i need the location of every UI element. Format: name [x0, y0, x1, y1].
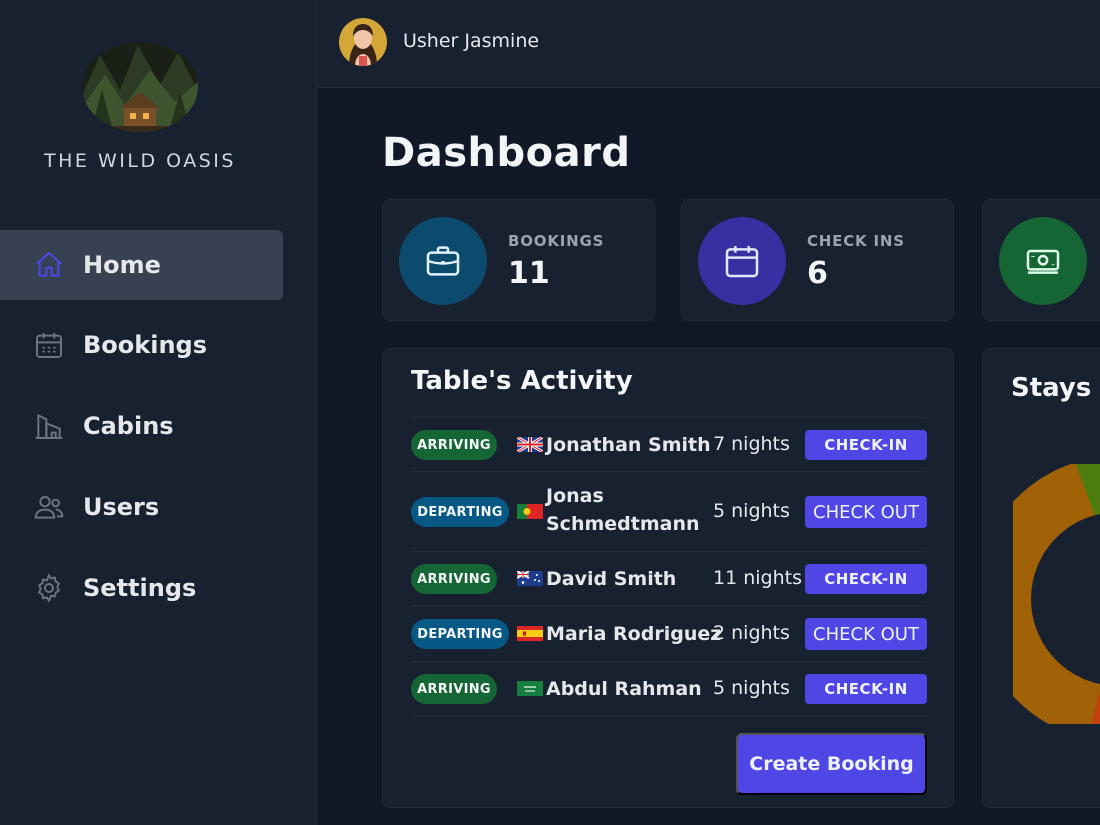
nights-count: 2 nights — [713, 622, 790, 644]
users-icon — [32, 490, 66, 524]
create-booking-button[interactable]: Create Booking — [736, 733, 927, 795]
flag-sa-icon — [517, 681, 543, 696]
check-in-button[interactable]: CHECK-IN — [805, 430, 927, 460]
sidebar-item-label: Users — [83, 493, 160, 521]
sidebar-item-home[interactable]: Home — [0, 230, 283, 300]
status-badge: ARRIVING — [411, 430, 497, 460]
sidebar-item-label: Cabins — [83, 412, 174, 440]
stat-card-bookings: BOOKINGS 11 — [382, 199, 655, 321]
banknotes-icon — [999, 217, 1087, 305]
user-name: Usher Jasmine — [403, 30, 540, 52]
nights-count: 5 nights — [713, 677, 790, 699]
stat-value: 6 — [807, 256, 828, 291]
avatar[interactable] — [339, 18, 387, 66]
flag-es-icon — [517, 626, 543, 641]
sidebar-item-users[interactable]: Users — [0, 472, 283, 542]
nights-count: 11 nights — [713, 567, 802, 589]
guest-name: Abdul Rahman — [546, 678, 702, 700]
list-item: ARRIVING Jonathan Smith 7 nights CHECK-I… — [411, 418, 927, 472]
sidebar-item-label: Settings — [83, 574, 197, 602]
activity-list: ARRIVING Jonathan Smith 7 nights CHECK-I… — [411, 417, 927, 716]
list-item: DEPARTING Maria Rodriguez 2 nights CHECK… — [411, 606, 927, 662]
stat-value: 11 — [508, 256, 550, 291]
guest-name: David Smith — [546, 568, 677, 590]
stat-label: CHECK INS — [807, 232, 905, 250]
panel-title: Table's Activity — [411, 366, 633, 396]
main-content: Dashboard BOOKINGS 11 CHECK INS 6 Table'… — [317, 88, 1100, 825]
brand-name: THE WILD OASIS — [44, 150, 236, 172]
status-badge: DEPARTING — [411, 497, 509, 527]
nights-count: 7 nights — [713, 433, 790, 455]
briefcase-icon — [399, 217, 487, 305]
guest-name: Jonathan Smith — [546, 434, 711, 456]
stays-duration-panel: Stays D — [982, 348, 1100, 808]
sidebar-item-label: Home — [83, 251, 161, 279]
status-badge: ARRIVING — [411, 674, 497, 704]
flag-pt-icon — [517, 504, 543, 519]
list-item: ARRIVING David Smith 11 nights CHECK-IN — [411, 552, 927, 606]
flag-gb-icon — [516, 435, 544, 454]
calendar-icon — [32, 328, 66, 362]
sidebar: THE WILD OASIS Home Bookings Cabins User… — [0, 0, 317, 825]
calendar-icon — [698, 217, 786, 305]
sidebar-item-label: Bookings — [83, 331, 208, 359]
check-in-button[interactable]: CHECK-IN — [805, 564, 927, 594]
status-badge: ARRIVING — [411, 564, 497, 594]
check-in-button[interactable]: CHECK-IN — [805, 674, 927, 704]
page-title: Dashboard — [382, 130, 631, 176]
home-icon — [32, 248, 66, 282]
list-item: ARRIVING Abdul Rahman 5 nights CHECK-IN — [411, 662, 927, 716]
stat-label: BOOKINGS — [508, 232, 605, 250]
guest-name: Maria Rodriguez — [546, 623, 722, 645]
stays-donut-chart — [1013, 464, 1100, 724]
top-header: Usher Jasmine — [317, 0, 1100, 88]
nights-count: 5 nights — [713, 500, 790, 522]
building-icon — [32, 409, 66, 443]
check-out-button[interactable]: CHECK OUT — [805, 618, 927, 650]
stat-card-check-ins: CHECK INS 6 — [681, 199, 954, 321]
sidebar-item-settings[interactable]: Settings — [0, 553, 283, 623]
brand-logo — [80, 40, 200, 135]
todays-activity-panel: Table's Activity ARRIVING Jonathan Smith… — [382, 348, 954, 808]
sidebar-item-bookings[interactable]: Bookings — [0, 310, 283, 380]
panel-title: Stays D — [1011, 373, 1100, 403]
gear-icon — [32, 571, 66, 605]
guest-name: Jonas Schmedtmann — [546, 485, 700, 535]
app-root: THE WILD OASIS Home Bookings Cabins User… — [0, 0, 1100, 825]
flag-au-icon — [516, 570, 543, 586]
check-out-button[interactable]: CHECK OUT — [805, 496, 927, 528]
sidebar-item-cabins[interactable]: Cabins — [0, 391, 283, 461]
stat-card-sales — [982, 199, 1100, 321]
status-badge: DEPARTING — [411, 619, 509, 649]
list-item: DEPARTING Jonas Schmedtmann 5 nights CHE… — [411, 472, 927, 552]
